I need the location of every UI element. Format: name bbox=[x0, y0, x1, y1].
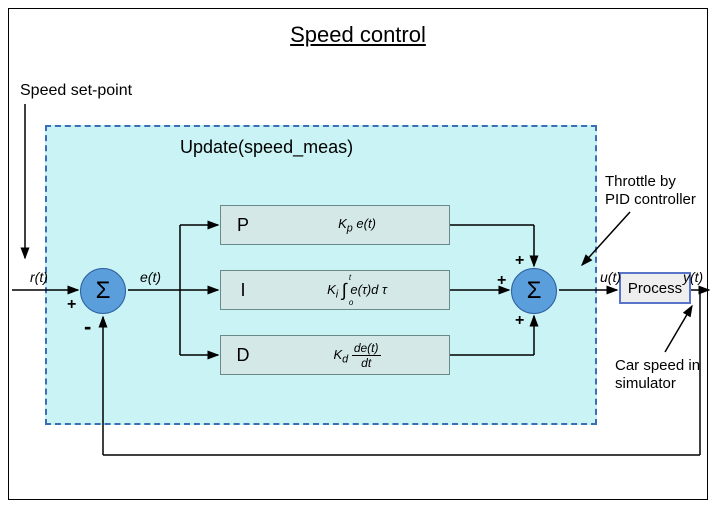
throttle-annotation: Throttle by PID controller bbox=[605, 173, 696, 209]
p-letter: P bbox=[221, 215, 265, 236]
carspeed-annotation: Car speed in simulator bbox=[615, 357, 700, 393]
i-formula: Ki ∫to e(τ)d τ bbox=[265, 280, 449, 301]
setpoint-label: Speed set-point bbox=[20, 82, 132, 100]
d-letter: D bbox=[221, 345, 265, 366]
update-label: Update(speed_meas) bbox=[180, 137, 353, 158]
process-label: Process bbox=[628, 280, 682, 297]
p-block: P Kp e(t) bbox=[220, 205, 450, 245]
signal-e: e(t) bbox=[140, 269, 161, 285]
i-letter: I bbox=[221, 280, 265, 301]
d-formula: Kd de(t)dt bbox=[265, 341, 449, 370]
i-block: I Ki ∫to e(τ)d τ bbox=[220, 270, 450, 310]
minus-sign: - bbox=[84, 314, 91, 340]
process-block: Process bbox=[619, 272, 691, 304]
plus-sign: + bbox=[497, 272, 506, 290]
plus-sign: + bbox=[515, 252, 524, 270]
signal-u: u(t) bbox=[600, 269, 621, 285]
p-formula: Kp e(t) bbox=[265, 216, 449, 235]
signal-y: y(t) bbox=[683, 269, 703, 285]
plus-sign: + bbox=[515, 312, 524, 330]
diagram-title: Speed control bbox=[0, 22, 716, 48]
signal-r: r(t) bbox=[30, 269, 48, 285]
plus-sign: + bbox=[67, 296, 76, 314]
sigma-symbol: Σ bbox=[96, 277, 111, 305]
sigma-symbol: Σ bbox=[527, 277, 542, 305]
d-block: D Kd de(t)dt bbox=[220, 335, 450, 375]
sum-error: Σ bbox=[80, 268, 126, 314]
sum-output: Σ bbox=[511, 268, 557, 314]
